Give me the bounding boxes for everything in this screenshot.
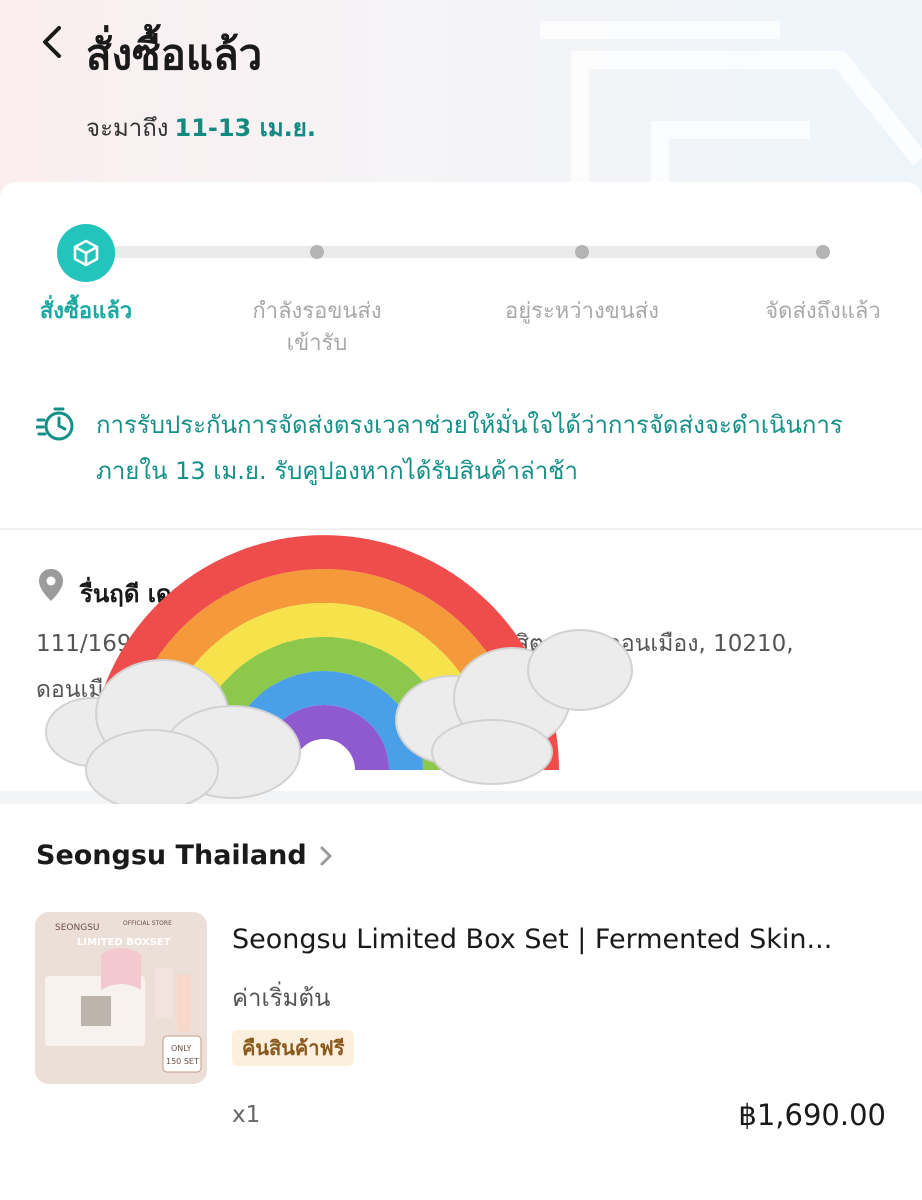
step-dot-3 bbox=[575, 245, 589, 259]
shop-link[interactable]: Seongsu Thailand bbox=[36, 840, 333, 871]
thumb-tag-top: ONLY bbox=[171, 1044, 192, 1053]
free-return-badge: คืนสินค้าฟรี bbox=[232, 1030, 355, 1066]
back-button[interactable] bbox=[34, 24, 70, 60]
product-quantity: x1 bbox=[232, 1102, 261, 1128]
recipient-name: รื่นฤดี เดชบูรณะ (+66)08******44 bbox=[80, 574, 462, 613]
shop-name: Seongsu Thailand bbox=[36, 840, 307, 871]
chevron-right-icon bbox=[319, 845, 333, 867]
address-line-2: ดอนเมือง, กรุงเทพฯ, ไทย bbox=[36, 677, 287, 703]
timer-delivery-icon bbox=[36, 407, 74, 441]
thumb-store: OFFICIAL STORE bbox=[123, 920, 172, 927]
progress-track bbox=[86, 246, 826, 258]
chevron-left-icon bbox=[43, 26, 61, 58]
recipient-name-text: รื่นฤดี เดชบูรณะ bbox=[80, 580, 252, 608]
step-label-delivered: จัดส่งถึงแล้ว bbox=[765, 299, 881, 324]
step-active-indicator bbox=[57, 224, 115, 282]
product-title[interactable]: Seongsu Limited Box Set | Fermented Skin… bbox=[232, 924, 892, 955]
step-dot-2 bbox=[310, 245, 324, 259]
product-price: ฿1,690.00 bbox=[738, 1098, 886, 1132]
location-pin-icon bbox=[39, 569, 63, 601]
step-dot-4 bbox=[816, 245, 830, 259]
product-variant: ค่าเริ่มต้น bbox=[232, 984, 331, 1012]
product-image: SEONGSU OFFICIAL STORE LIMITED BOXSET ON… bbox=[35, 912, 207, 1084]
page-title: สั่งซื้อแล้ว bbox=[86, 30, 263, 79]
eta-line: จะมาถึง 11-13 เม.ย. bbox=[86, 108, 316, 147]
recipient-phone: (+66)08******44 bbox=[259, 580, 462, 608]
thumb-banner: LIMITED BOXSET bbox=[77, 937, 171, 948]
package-box-icon bbox=[73, 239, 99, 267]
address-line-1: 111/169 ซอยช่างอากาศอุทิศ 24 ถนนวิภาวดีร… bbox=[36, 631, 794, 657]
thumb-tag-bottom: 150 SET bbox=[166, 1057, 199, 1066]
header-decoration bbox=[540, 21, 922, 190]
step-label-in-transit: อยู่ระหว่างขนส่ง bbox=[505, 299, 659, 324]
thumb-brand: SEONGSU bbox=[55, 923, 100, 933]
order-header: สั่งซื้อแล้ว จะมาถึง 11-13 เม.ย. bbox=[0, 0, 922, 200]
on-time-guarantee-text[interactable]: การรับประกันการจัดส่งตรงเวลาช่วยให้มั่นใ… bbox=[96, 402, 896, 494]
step-label-awaiting-pickup: กำลังรอขนส่ง เข้ารับ bbox=[252, 299, 382, 356]
step-label-ordered: สั่งซื้อแล้ว bbox=[39, 299, 133, 324]
eta-prefix: จะมาถึง bbox=[86, 114, 169, 142]
product-thumbnail[interactable]: SEONGSU OFFICIAL STORE LIMITED BOXSET ON… bbox=[35, 912, 207, 1084]
eta-date: 11-13 เม.ย. bbox=[174, 114, 316, 142]
